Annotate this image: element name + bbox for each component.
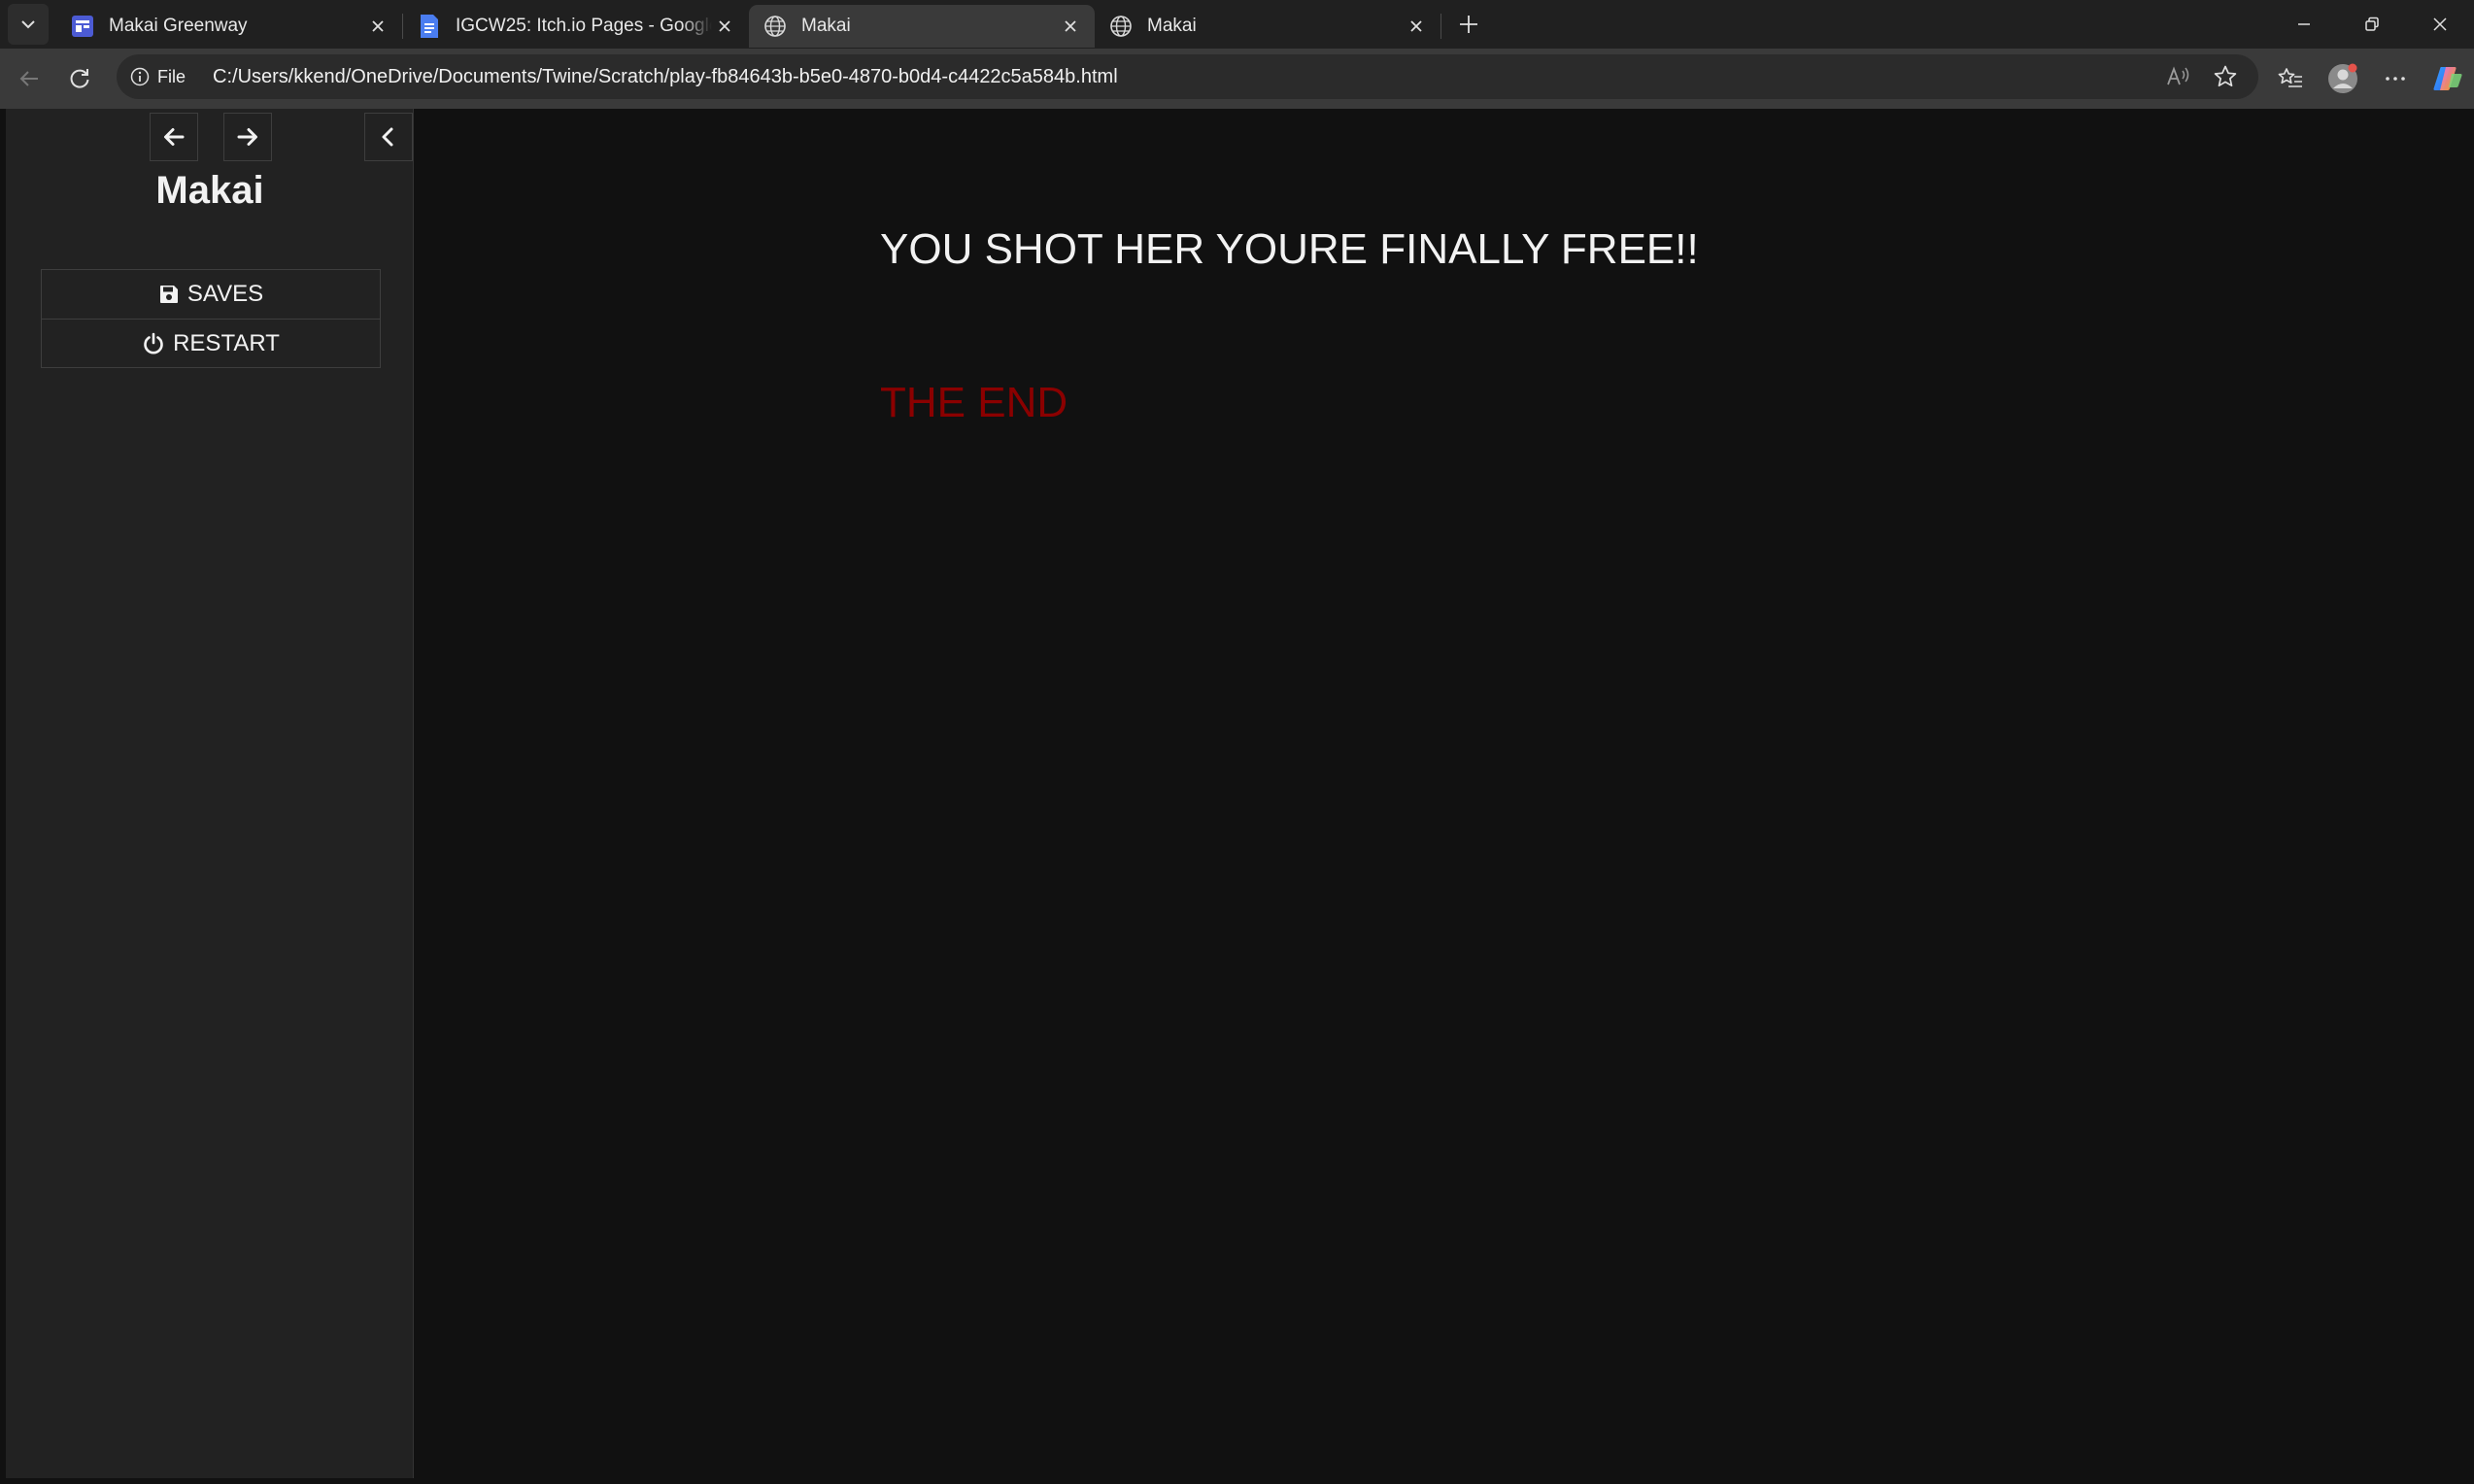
tab-strip: Makai Greenway IGCW25: Itch.io Pages - G… bbox=[0, 0, 2474, 49]
tab-title: IGCW25: Itch.io Pages - Google Docs bbox=[456, 16, 712, 36]
tab-separator bbox=[1440, 14, 1441, 39]
calendar-app-icon bbox=[70, 14, 95, 39]
read-aloud-button[interactable] bbox=[2155, 54, 2202, 99]
passage-text: YOU SHOT HER YOURE FINALLY FREE!! bbox=[880, 225, 1699, 273]
favorite-button[interactable] bbox=[2202, 54, 2249, 99]
floppy-disk-icon bbox=[158, 284, 180, 305]
passage: YOU SHOT HER YOURE FINALLY FREE!! THE EN… bbox=[880, 225, 2143, 427]
toolbar-right bbox=[2264, 49, 2474, 109]
favorites-button[interactable] bbox=[2264, 53, 2317, 104]
settings-menu-button[interactable] bbox=[2369, 53, 2422, 104]
ui-bar: Makai SAVES RESTART bbox=[6, 109, 414, 1478]
address-bar[interactable]: File C:/Users/kkend/OneDrive/Documents/T… bbox=[117, 54, 2258, 99]
tab-makai-greenway[interactable]: Makai Greenway bbox=[56, 5, 402, 48]
avatar bbox=[2328, 63, 2357, 93]
close-icon[interactable] bbox=[712, 14, 737, 39]
minimize-icon bbox=[2298, 23, 2310, 25]
url-text[interactable]: C:/Users/kkend/OneDrive/Documents/Twine/… bbox=[213, 66, 1118, 88]
history-forward-button[interactable] bbox=[223, 113, 272, 161]
restart-button[interactable]: RESTART bbox=[42, 319, 380, 367]
saves-label: SAVES bbox=[186, 281, 264, 307]
restore-button[interactable] bbox=[2338, 0, 2406, 49]
google-docs-icon bbox=[417, 14, 442, 39]
close-icon bbox=[2433, 17, 2447, 31]
tab-title: Makai Greenway bbox=[109, 16, 248, 36]
scheme-label: File bbox=[157, 66, 186, 86]
power-icon bbox=[142, 332, 165, 355]
star-icon bbox=[2214, 65, 2237, 87]
new-tab-button[interactable] bbox=[1449, 5, 1488, 44]
profile-button[interactable] bbox=[2317, 53, 2369, 104]
favorites-list-icon bbox=[2278, 68, 2302, 87]
address-bar-actions bbox=[2155, 54, 2249, 99]
ending-text: THE END bbox=[880, 379, 1068, 426]
back-button[interactable] bbox=[4, 53, 54, 104]
arrow-left-icon bbox=[164, 128, 185, 146]
restart-label: RESTART bbox=[173, 329, 280, 356]
tab-title: Makai bbox=[801, 16, 851, 36]
copilot-button[interactable] bbox=[2422, 53, 2474, 104]
close-icon[interactable] bbox=[1058, 14, 1083, 39]
arrow-left-icon bbox=[19, 71, 38, 86]
plus-icon bbox=[1460, 16, 1477, 33]
close-icon[interactable] bbox=[1404, 14, 1429, 39]
close-window-button[interactable] bbox=[2406, 0, 2474, 49]
tab-title: Makai bbox=[1147, 16, 1197, 36]
history-controls bbox=[150, 113, 272, 161]
close-icon[interactable] bbox=[365, 14, 390, 39]
info-icon bbox=[130, 67, 150, 86]
tab-makai-active[interactable]: Makai bbox=[749, 5, 1095, 48]
window-controls bbox=[2270, 0, 2474, 49]
tab-igcw25-docs[interactable]: IGCW25: Itch.io Pages - Google Docs bbox=[403, 5, 749, 48]
browser-toolbar: File C:/Users/kkend/OneDrive/Documents/T… bbox=[0, 49, 2474, 109]
globe-icon bbox=[763, 14, 788, 39]
tab-makai[interactable]: Makai bbox=[1095, 5, 1440, 48]
story-menu: SAVES RESTART bbox=[41, 269, 381, 368]
saves-button[interactable]: SAVES bbox=[42, 270, 380, 319]
story-title: Makai bbox=[155, 169, 264, 212]
more-icon bbox=[2386, 77, 2405, 81]
history-backward-button[interactable] bbox=[150, 113, 198, 161]
minimize-button[interactable] bbox=[2270, 0, 2338, 49]
page-viewport: Makai SAVES RESTART YOU SHOT HER YOURE F… bbox=[0, 109, 2474, 1484]
site-info-button[interactable]: File bbox=[130, 67, 186, 87]
tab-actions-button[interactable] bbox=[8, 4, 49, 45]
copilot-icon bbox=[2433, 67, 2462, 90]
refresh-button[interactable] bbox=[54, 53, 105, 104]
chevron-down-icon bbox=[21, 20, 35, 29]
restore-icon bbox=[2365, 17, 2379, 31]
read-aloud-icon bbox=[2167, 66, 2189, 85]
arrow-right-icon bbox=[237, 128, 257, 146]
globe-icon bbox=[1108, 14, 1134, 39]
chevron-left-icon bbox=[382, 127, 393, 147]
refresh-icon bbox=[70, 69, 89, 88]
ui-bar-toggle-button[interactable] bbox=[364, 113, 413, 161]
